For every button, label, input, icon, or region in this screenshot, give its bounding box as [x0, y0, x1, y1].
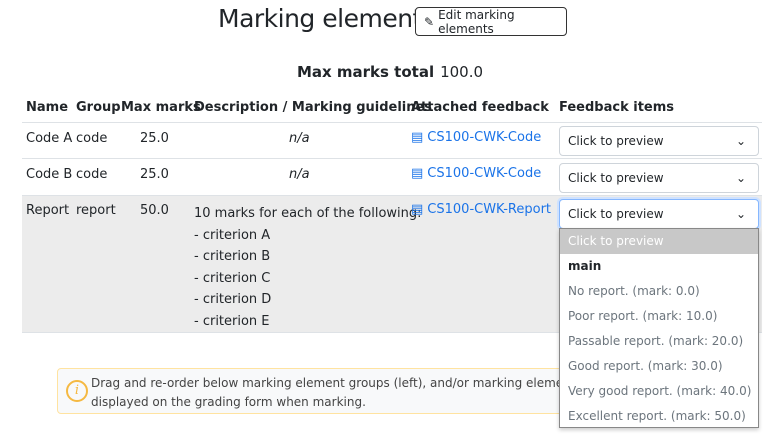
row-description: n/a: [289, 131, 310, 146]
row-group: report: [76, 203, 116, 218]
feedback-items-dropdown[interactable]: Click to preview main No report. (mark: …: [559, 228, 759, 428]
feedback-items-select[interactable]: Click to preview ⌄: [559, 163, 759, 193]
chevron-down-icon: ⌄: [735, 134, 746, 148]
option[interactable]: Excellent report. (mark: 50.0): [560, 404, 758, 429]
list-icon: ▤: [411, 130, 424, 145]
option-group-label: main: [568, 259, 602, 273]
option[interactable]: Passable report. (mark: 20.0): [560, 329, 758, 354]
row-max: 25.0: [140, 167, 169, 182]
info-alert: i Drag and re-order below marking elemen…: [57, 368, 577, 414]
feedback-items-select[interactable]: Click to preview ⌄: [559, 126, 759, 156]
row-name: Report: [26, 203, 70, 218]
feedback-items-select[interactable]: Click to preview ⌄: [559, 199, 759, 229]
option[interactable]: Good report. (mark: 30.0): [560, 354, 758, 379]
info-icon: i: [66, 380, 88, 402]
col-description: Description / Marking guidelines: [194, 100, 433, 115]
row-name: Code B: [26, 167, 73, 182]
feedback-link[interactable]: ▤ CS100-CWK-Report: [411, 202, 551, 217]
row-max: 50.0: [140, 203, 169, 218]
col-group: Group: [76, 100, 121, 115]
feedback-link[interactable]: ▤ CS100-CWK-Code: [411, 166, 541, 181]
col-name: Name: [26, 100, 69, 115]
chevron-down-icon: ⌄: [735, 207, 746, 221]
row-description: n/a: [289, 167, 310, 182]
option[interactable]: Click to preview: [560, 229, 758, 254]
col-attached-feedback: Attached feedback: [411, 100, 549, 115]
feedback-link[interactable]: ▤ CS100-CWK-Code: [411, 130, 541, 145]
row-max: 25.0: [140, 131, 169, 146]
col-max-marks: Max marks: [121, 100, 201, 115]
row-group: code: [76, 131, 108, 146]
edit-marking-elements-button[interactable]: ✎ Edit marking elements: [415, 7, 567, 36]
row-group: code: [76, 167, 108, 182]
chevron-down-icon: ⌄: [735, 171, 746, 185]
edit-icon: ✎: [424, 14, 435, 29]
list-icon: ▤: [411, 202, 424, 217]
option[interactable]: Poor report. (mark: 10.0): [560, 304, 758, 329]
col-feedback-items: Feedback items: [559, 100, 675, 115]
page-title: Marking elements: [218, 4, 435, 33]
row-description: 10 marks for each of the following: - cr…: [194, 206, 422, 329]
option[interactable]: No report. (mark: 0.0): [560, 279, 758, 304]
option[interactable]: Very good report. (mark: 40.0): [560, 379, 758, 404]
max-marks-total: Max marks total 100.0: [296, 63, 484, 81]
list-icon: ▤: [411, 166, 424, 181]
row-name: Code A: [26, 131, 73, 146]
